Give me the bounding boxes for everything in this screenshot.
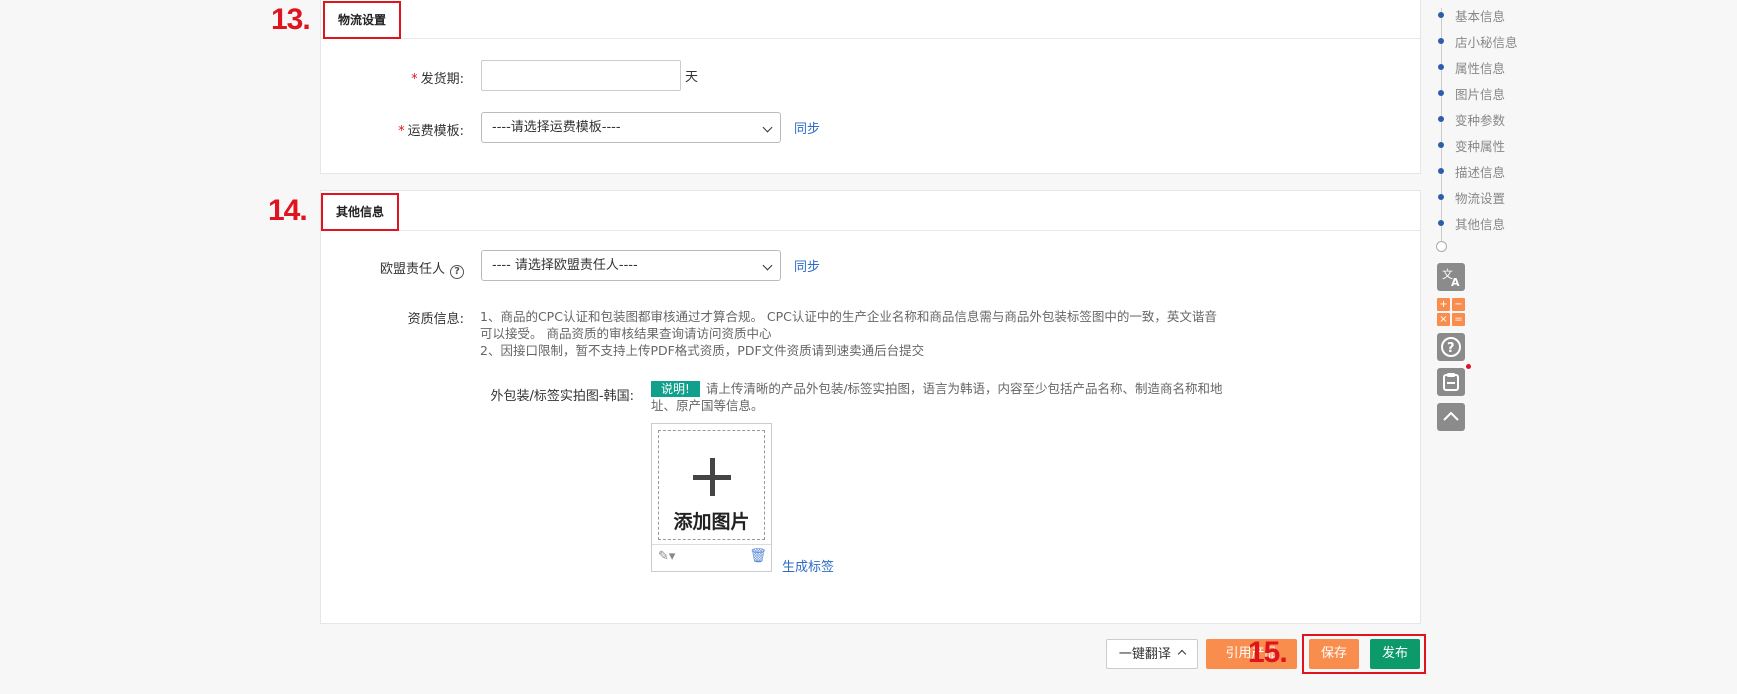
qualification-line-2: 可以接受。 商品资质的审核结果查询请访问资质中心 xyxy=(480,326,772,341)
chevron-down-icon xyxy=(762,122,773,133)
question-circle-icon[interactable]: ? xyxy=(450,265,464,279)
ship-period-label: * 发货期: xyxy=(380,68,464,87)
eu-rep-sync-link[interactable]: 同步 xyxy=(794,256,820,275)
other-info-panel-header: 其他信息 xyxy=(321,191,1420,231)
nav-dot xyxy=(1438,220,1444,226)
other-info-title: 其他信息 xyxy=(321,193,400,231)
nav-dot xyxy=(1438,194,1444,200)
qualification-text: 1、商品的CPC认证和包装图都审核通过才算合规。 CPC认证中的生产企业名称和商… xyxy=(480,308,1260,359)
svg-text:?: ? xyxy=(1447,341,1455,356)
plus-icon-vertical xyxy=(710,458,715,496)
package-note: 说明! 请上传清晰的产品外包装/标签实拍图，语言为韩语，内容至少包括产品名称、制造… xyxy=(651,380,1261,414)
package-note-line-1: 说明! 请上传清晰的产品外包装/标签实拍图，语言为韩语，内容至少包括产品名称、制造… xyxy=(651,380,1261,397)
translate-icon[interactable]: 文A xyxy=(1437,263,1465,291)
freight-template-label-text: 运费模板: xyxy=(407,124,464,139)
qualification-line-3: 2、因接口限制，暂不支持上传PDF格式资质，PDF文件资质请到速卖通后台提交 xyxy=(480,343,925,358)
annotation-13: 13. xyxy=(271,3,311,36)
publish-button[interactable]: 发布 xyxy=(1370,639,1420,669)
package-note-text-1: 请上传清晰的产品外包装/标签实拍图，语言为韩语，内容至少包括产品名称、制造商名称… xyxy=(705,381,1223,396)
clipboard-icon[interactable] xyxy=(1437,368,1465,396)
help-icon[interactable]: ? xyxy=(1437,333,1465,361)
nav-dot xyxy=(1438,142,1444,148)
annotation-14: 14. xyxy=(268,194,308,227)
eu-rep-value: ---- 请选择欧盟责任人---- xyxy=(492,258,638,273)
one-click-translate-button[interactable]: 一键翻译 xyxy=(1106,639,1198,669)
nav-track xyxy=(1441,8,1442,250)
note-badge: 说明! xyxy=(651,381,700,397)
trash-icon[interactable]: 🗑 xyxy=(749,548,767,564)
save-button[interactable]: 保存 xyxy=(1309,639,1359,669)
logistics-title: 物流设置 xyxy=(323,1,402,39)
freight-template-label: * 运费模板: xyxy=(380,120,464,139)
freight-template-value: ----请选择运费模板---- xyxy=(492,120,621,135)
chevron-up-icon xyxy=(1177,649,1187,659)
eu-rep-label: 欧盟责任人? xyxy=(350,258,464,279)
qualification-label: 资质信息: xyxy=(407,312,464,327)
translate-button-label: 一键翻译 xyxy=(1118,647,1171,662)
image-upload-box[interactable]: 添加图片 ✎▾ 🗑 xyxy=(651,423,772,572)
calculator-icon[interactable]: + − × = xyxy=(1437,298,1465,326)
freight-sync-link[interactable]: 同步 xyxy=(794,118,820,137)
nav-end-marker xyxy=(1436,241,1447,252)
required-mark: * xyxy=(398,124,405,139)
annotation-15: 15. xyxy=(1248,636,1288,669)
nav-dot xyxy=(1438,168,1444,174)
ship-period-label-text: 发货期: xyxy=(420,72,464,87)
svg-text:A: A xyxy=(1451,276,1460,289)
ship-period-unit: 天 xyxy=(685,70,699,85)
nav-dot xyxy=(1438,12,1444,18)
package-note-line-2: 址、原产国等信息。 xyxy=(651,398,764,413)
nav-dot xyxy=(1438,116,1444,122)
nav-dot xyxy=(1438,38,1444,44)
package-image-label: 外包装/标签实拍图-韩国: xyxy=(490,389,634,404)
nav-dot xyxy=(1438,64,1444,70)
upload-toolbar: ✎▾ 🗑 xyxy=(652,544,771,571)
required-mark: * xyxy=(411,72,418,87)
back-to-top-icon[interactable] xyxy=(1437,403,1465,431)
eu-rep-select[interactable]: ---- 请选择欧盟责任人---- xyxy=(481,250,781,281)
logistics-panel-header: 物流设置 xyxy=(321,0,1420,39)
image-upload-dropzone[interactable]: 添加图片 xyxy=(658,430,765,540)
qualification-line-1: 1、商品的CPC认证和包装图都审核通过才算合规。 CPC认证中的生产企业名称和商… xyxy=(480,309,1217,324)
eu-rep-label-text: 欧盟责任人 xyxy=(379,262,445,277)
ship-period-input[interactable] xyxy=(481,60,681,91)
magic-wand-icon[interactable]: ✎▾ xyxy=(658,549,675,564)
notification-dot xyxy=(1466,364,1471,369)
chevron-down-icon xyxy=(762,260,773,271)
nav-dot xyxy=(1438,90,1444,96)
add-image-label: 添加图片 xyxy=(673,511,750,533)
generate-label-link[interactable]: 生成标签 xyxy=(782,556,834,575)
freight-template-select[interactable]: ----请选择运费模板---- xyxy=(481,112,781,143)
